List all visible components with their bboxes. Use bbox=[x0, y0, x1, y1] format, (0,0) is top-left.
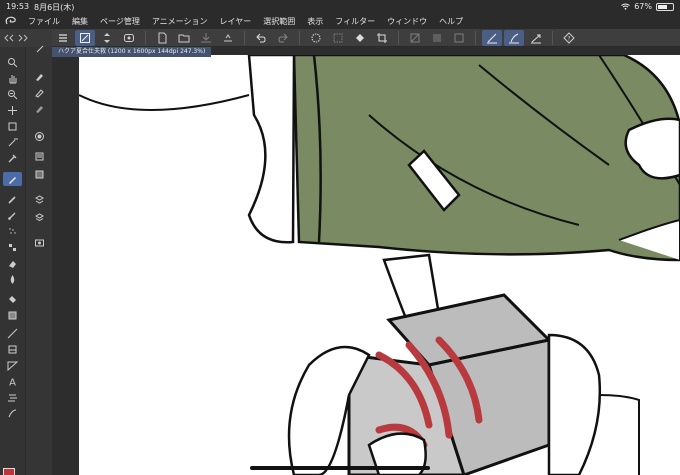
camera-icon[interactable] bbox=[30, 235, 49, 249]
toolbar-separator bbox=[552, 30, 553, 45]
crop-icon[interactable] bbox=[372, 30, 392, 46]
undo-icon[interactable] bbox=[251, 30, 271, 46]
redo-icon[interactable] bbox=[273, 30, 293, 46]
gradient-icon[interactable] bbox=[3, 308, 22, 322]
home-indicator bbox=[250, 466, 430, 470]
layer-icon[interactable] bbox=[30, 129, 49, 143]
menu-view[interactable]: 表示 bbox=[301, 16, 329, 27]
right-hand bbox=[547, 333, 602, 475]
menu-edit[interactable]: 編集 bbox=[66, 16, 94, 27]
select-all-icon[interactable] bbox=[306, 30, 326, 46]
pen-tool-icon[interactable] bbox=[75, 29, 95, 46]
pen-sub-3-icon[interactable] bbox=[30, 101, 49, 115]
menu-help[interactable]: ヘルプ bbox=[433, 16, 469, 27]
sub-tool-palette bbox=[25, 45, 52, 475]
status-time: 19:53 bbox=[6, 2, 30, 11]
layer-property-icon[interactable] bbox=[30, 149, 49, 163]
material-icon[interactable] bbox=[30, 192, 49, 206]
wifi-icon bbox=[621, 3, 631, 10]
command-toolbar: ? bbox=[52, 29, 680, 47]
fill-icon[interactable] bbox=[350, 30, 370, 46]
menu-icon[interactable] bbox=[53, 30, 73, 46]
toolbar-separator bbox=[398, 30, 399, 45]
toolbar-separator bbox=[299, 30, 300, 45]
ruler-icon[interactable] bbox=[3, 358, 22, 372]
pen-icon[interactable] bbox=[3, 172, 22, 186]
export-icon[interactable] bbox=[218, 30, 238, 46]
frame-icon[interactable] bbox=[3, 342, 22, 356]
artboard[interactable] bbox=[78, 53, 680, 475]
status-bar: 19:53 8月6日(木) 67% bbox=[0, 0, 680, 13]
text-icon[interactable]: A bbox=[3, 374, 22, 388]
tool-palette: A bbox=[0, 47, 25, 475]
menu-selection[interactable]: 選択範囲 bbox=[257, 16, 301, 27]
svg-text:A: A bbox=[9, 377, 16, 387]
deselect-icon[interactable] bbox=[328, 30, 348, 46]
menu-page[interactable]: ページ管理 bbox=[94, 16, 146, 27]
magnify-icon[interactable] bbox=[3, 55, 22, 69]
status-right: 67% bbox=[621, 2, 674, 11]
menu-layer[interactable]: レイヤー bbox=[214, 16, 258, 27]
battery-icon bbox=[656, 2, 674, 11]
skirt-shape bbox=[292, 53, 680, 262]
balloon-icon[interactable] bbox=[3, 390, 22, 404]
swap-icon[interactable] bbox=[97, 30, 117, 46]
status-date: 8月6日(木) bbox=[34, 3, 75, 12]
selection-icon[interactable] bbox=[3, 119, 22, 133]
move-icon[interactable] bbox=[3, 103, 22, 117]
eraser-icon[interactable] bbox=[3, 256, 22, 270]
app-logo-icon[interactable] bbox=[0, 13, 22, 29]
fill-icon[interactable] bbox=[3, 292, 22, 306]
toolbar-separator bbox=[475, 30, 476, 45]
main-color-swatch[interactable] bbox=[3, 468, 15, 475]
canvas-area[interactable]: ハクア夏合仕夫救 (1200 x 1600px 144dpi 247.3%) bbox=[52, 47, 680, 475]
blouse-shape bbox=[247, 53, 296, 244]
expand-arrows-icon[interactable] bbox=[18, 34, 28, 42]
figure-icon[interactable] bbox=[3, 326, 22, 340]
new-icon[interactable] bbox=[152, 30, 172, 46]
pen-sub-0-icon[interactable] bbox=[30, 41, 49, 55]
drawing-canvas[interactable] bbox=[78, 53, 680, 475]
tone-icon[interactable] bbox=[449, 30, 469, 46]
svg-text:?: ? bbox=[567, 35, 570, 42]
eyedropper-icon[interactable] bbox=[3, 151, 22, 165]
layers-stack-icon[interactable] bbox=[30, 210, 49, 224]
help-icon[interactable]: ? bbox=[559, 30, 579, 46]
hand-icon[interactable] bbox=[3, 71, 22, 85]
clip-icon[interactable] bbox=[405, 30, 425, 46]
layer-view-icon[interactable] bbox=[119, 30, 139, 46]
menu-animation[interactable]: アニメーション bbox=[146, 16, 214, 27]
menu-file[interactable]: ファイル bbox=[22, 16, 66, 27]
zoom-icon[interactable] bbox=[3, 87, 22, 101]
airbrush-icon[interactable] bbox=[3, 224, 22, 238]
battery-fill bbox=[658, 4, 668, 9]
perspective-icon[interactable] bbox=[526, 30, 546, 46]
menu-window[interactable]: ウィンドウ bbox=[381, 16, 433, 27]
collapse-arrows-icon[interactable] bbox=[4, 34, 14, 42]
special-ruler-icon[interactable] bbox=[504, 29, 524, 46]
hide-icon[interactable] bbox=[427, 30, 447, 46]
decoration-icon[interactable] bbox=[3, 240, 22, 254]
ruler-snap-icon[interactable] bbox=[482, 29, 502, 46]
correct-line-icon[interactable] bbox=[3, 406, 22, 420]
pen-sub-1-icon[interactable] bbox=[30, 69, 49, 83]
brush-icon[interactable] bbox=[3, 208, 22, 222]
battery-percent: 67% bbox=[634, 2, 652, 11]
pencil-icon[interactable] bbox=[3, 192, 22, 206]
blend-icon[interactable] bbox=[3, 272, 22, 286]
pen-sub-2-icon[interactable] bbox=[30, 85, 49, 99]
toolbar-separator bbox=[244, 30, 245, 45]
menu-filter[interactable]: フィルター bbox=[329, 16, 381, 27]
menu-bar: ファイル 編集 ページ管理 アニメーション レイヤー 選択範囲 表示 フィルター… bbox=[0, 13, 680, 29]
navigator-icon[interactable] bbox=[30, 167, 49, 181]
open-icon[interactable] bbox=[174, 30, 194, 46]
document-tab[interactable]: ハクア夏合仕夫救 (1200 x 1600px 144dpi 247.3%) bbox=[52, 47, 212, 57]
wand-icon[interactable] bbox=[3, 135, 22, 149]
save-icon[interactable] bbox=[196, 30, 216, 46]
toolbar-separator bbox=[145, 30, 146, 45]
